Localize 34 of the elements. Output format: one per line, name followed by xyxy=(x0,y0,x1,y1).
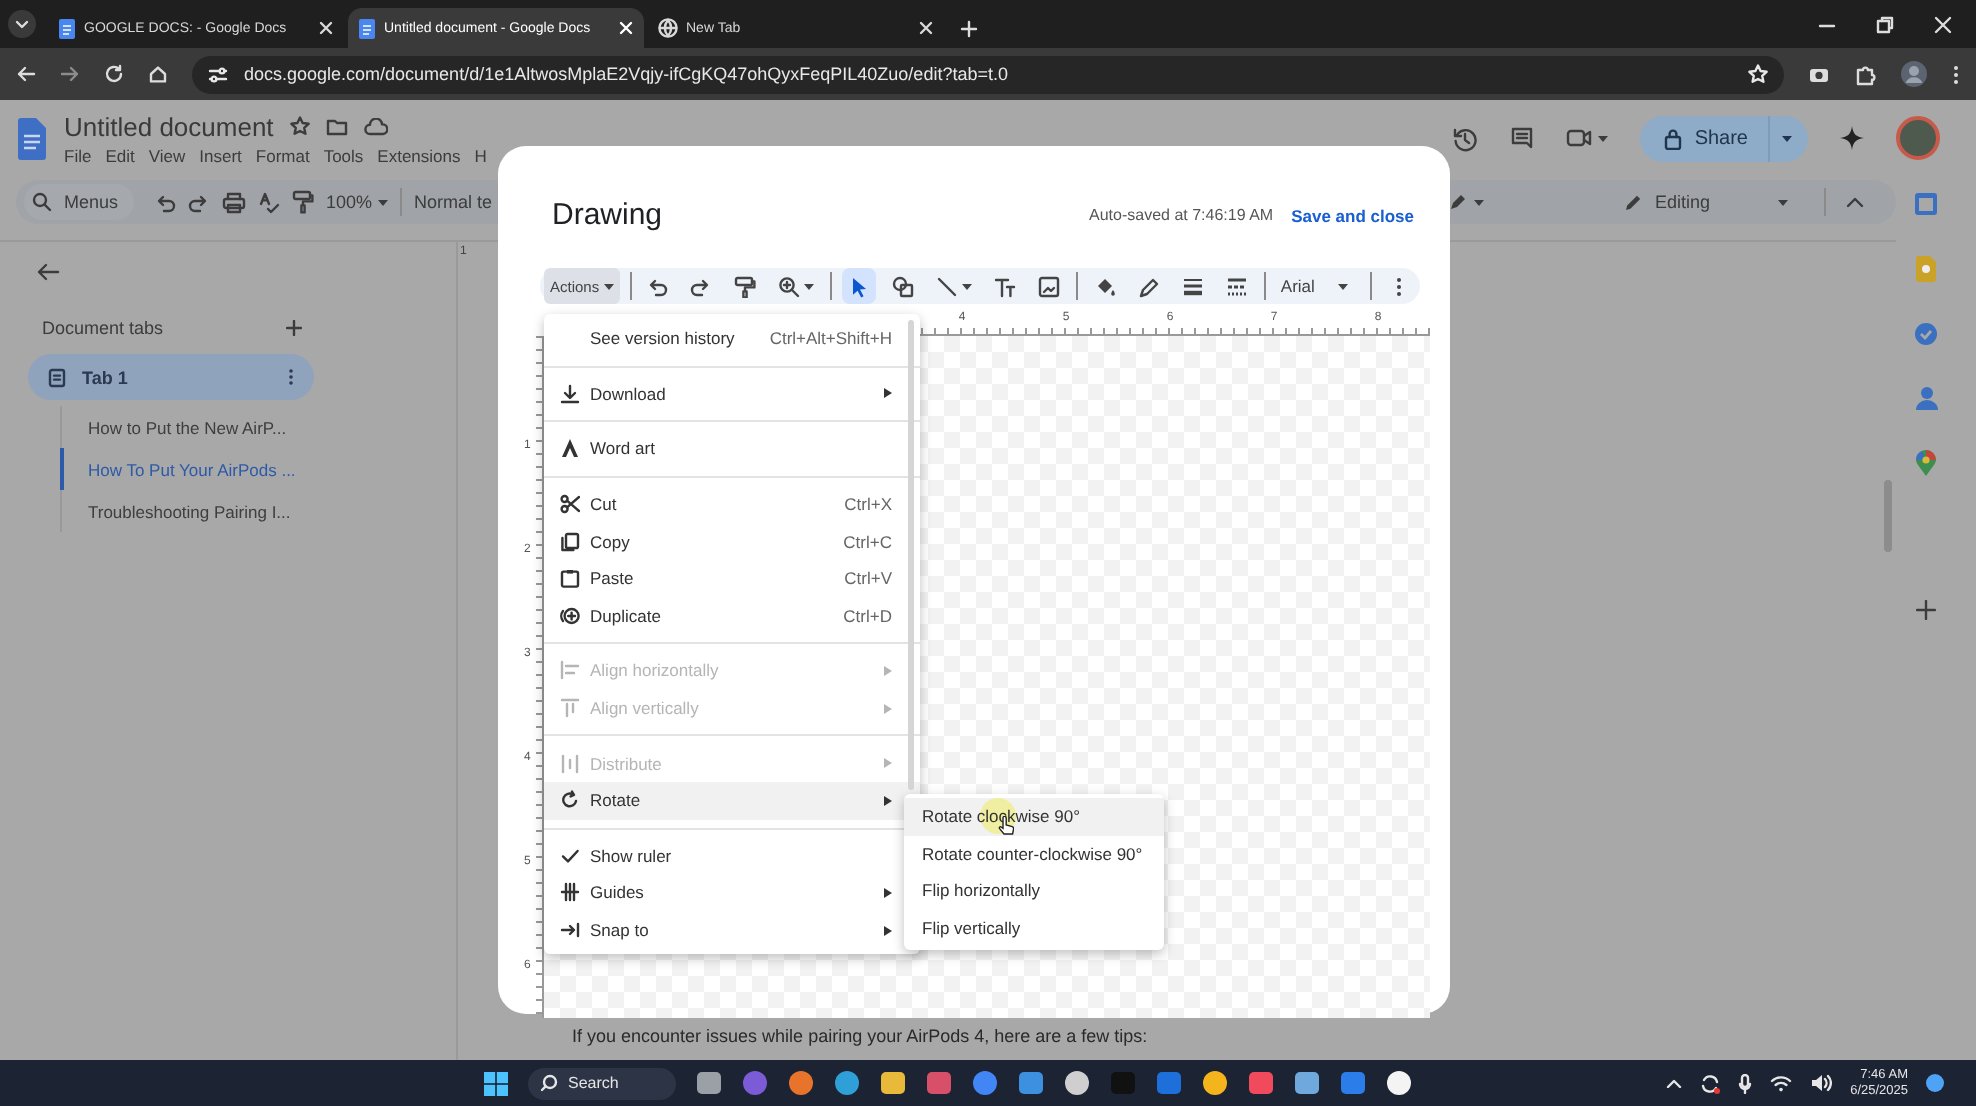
outline-heading[interactable]: How to Put the New AirP... xyxy=(60,406,456,448)
autosave-status: Auto-saved at 7:46:19 AM xyxy=(1089,206,1274,224)
menu-item[interactable]: Tools xyxy=(323,145,364,165)
outline-heading[interactable]: Troubleshooting Pairing I... xyxy=(60,490,456,532)
dialog-title: Drawing xyxy=(552,198,663,232)
menu-item[interactable]: Rotate xyxy=(544,781,920,820)
menu-item[interactable]: Download xyxy=(544,375,920,413)
zoom-dropdown[interactable]: 100% xyxy=(326,192,389,212)
font-dropdown[interactable]: Arial xyxy=(1274,268,1355,304)
menu-item[interactable]: Copy Ctrl+C xyxy=(544,522,920,560)
menu-item[interactable]: Duplicate Ctrl+D xyxy=(544,597,920,635)
sidebar-heading: Document tabs xyxy=(42,318,164,338)
share-button[interactable]: Share xyxy=(1640,115,1808,161)
menu-item[interactable]: Paste Ctrl+V xyxy=(544,559,920,598)
editing-mode-dropdown[interactable]: Editing xyxy=(1624,192,1788,212)
menu-item[interactable]: H xyxy=(474,145,487,165)
search-menus-field[interactable]: Menus xyxy=(24,184,135,220)
document-title[interactable]: Untitled document xyxy=(64,111,274,141)
menu-item[interactable]: Edit xyxy=(105,145,135,165)
menu-item[interactable]: Extensions xyxy=(377,145,461,165)
document-tab[interactable]: Tab 1 xyxy=(28,354,314,400)
save-and-close-link[interactable]: Save and close xyxy=(1291,205,1414,225)
menu-item[interactable]: See version history Ctrl+Alt+Shift+H xyxy=(544,320,920,358)
menu-item[interactable]: View xyxy=(148,145,186,165)
address-bar[interactable]: docs.google.com/document/d/1e1AltwosMplaE2Vqjy-ifCgKQ47ohQyxFeqPIL40Zuo/edit?tab=t.0 xyxy=(192,55,1784,93)
menu-item[interactable]: Word art xyxy=(544,430,920,468)
menu-item[interactable]: Insert xyxy=(199,145,242,165)
paragraph: If you encounter issues while pairing your AirPods 4, here are a few tips: xyxy=(570,1026,1150,1050)
taskbar-search[interactable]: Search xyxy=(528,1067,676,1099)
menu-item[interactable]: Format xyxy=(255,145,310,165)
text-style-dropdown[interactable]: Normal te xyxy=(414,192,493,212)
menu-item[interactable]: Rotate clockwise 90° xyxy=(904,798,1164,836)
menu-item[interactable]: File xyxy=(64,145,92,165)
menu-item[interactable]: Cut Ctrl+X xyxy=(544,485,920,523)
